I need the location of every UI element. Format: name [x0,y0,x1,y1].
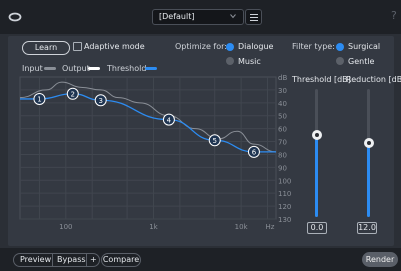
threshold-value-field[interactable]: 0.0 [307,222,327,234]
bypass-button[interactable]: Bypass [57,255,86,264]
add-button[interactable]: + [90,255,97,264]
y-tick-label: 40 [278,100,287,108]
y-tick-label: 110 [278,190,291,198]
frequency-graph[interactable]: dB30405060708090100110120130 100 1k 10k Hz … [0,0,401,271]
threshold-node-label: 6 [252,149,257,157]
threshold-slider-fill [315,135,318,217]
y-tick-label: dB [278,74,287,82]
threshold-node-label: 4 [167,116,172,124]
y-tick-label: 60 [278,126,287,134]
preview-button[interactable]: Preview [20,255,51,264]
threshold-node-label: 2 [71,91,75,99]
reduction-slider-label: Reduction [dB] [346,75,401,84]
threshold-node-1[interactable]: 1 [33,92,46,105]
y-tick-label: 80 [278,151,287,159]
y-tick-label: 70 [278,139,287,147]
x-tick-label: 100 [59,223,72,231]
y-tick-label: 100 [278,177,291,185]
threshold-node-label: 3 [98,97,102,105]
y-tick-label: 30 [278,87,287,95]
threshold-node-5[interactable]: 5 [208,134,221,147]
threshold-node-3[interactable]: 3 [94,94,107,107]
threshold-slider-label: Threshold [dB] [292,75,351,84]
threshold-node-2[interactable]: 2 [66,87,79,100]
reduction-value-field[interactable]: 12.0 [357,222,377,234]
threshold-node-label: 5 [213,137,217,145]
render-button[interactable]: Render [362,252,398,267]
threshold-node-label: 1 [37,96,41,104]
compare-button[interactable]: Compare [101,253,141,267]
threshold-node-6[interactable]: 6 [247,145,260,158]
y-tick-label: 130 [278,216,291,224]
threshold-node-4[interactable]: 4 [162,113,175,126]
x-tick-label: 10k [235,223,249,231]
reduction-slider-knob[interactable] [364,137,374,148]
x-tick-label: 1k [149,223,158,231]
reduction-slider-fill [367,142,370,217]
y-tick-label: 90 [278,164,287,172]
y-tick-label: 120 [278,203,291,211]
x-tick-label: Hz [266,223,275,231]
y-tick-label: 50 [278,113,287,121]
